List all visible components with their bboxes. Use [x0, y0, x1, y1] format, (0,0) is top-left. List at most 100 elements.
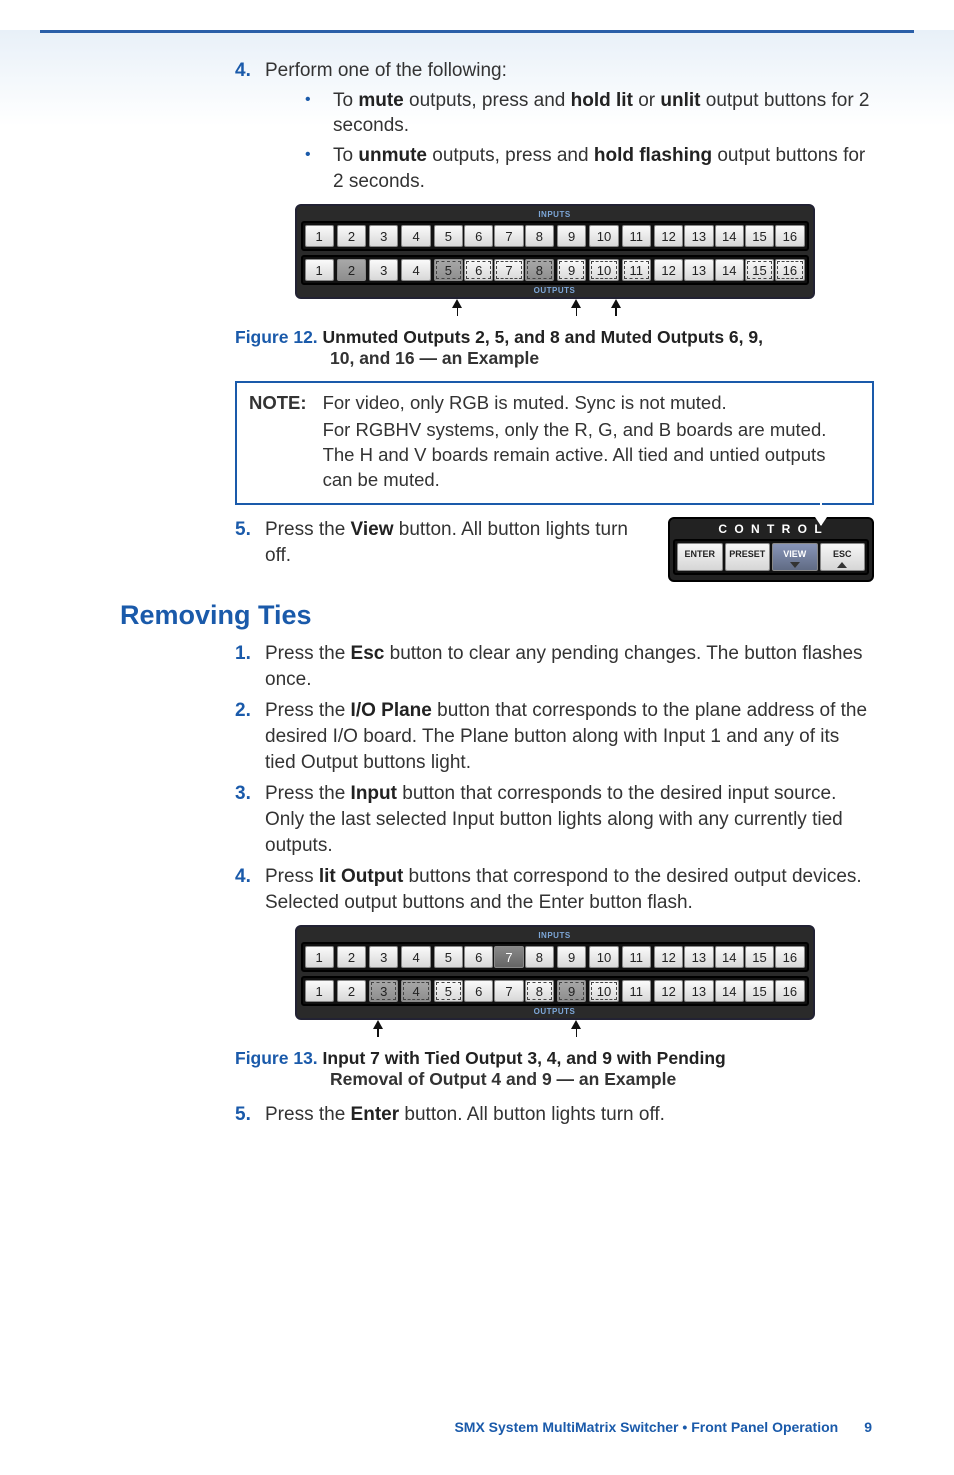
b1-bold3: unlit: [660, 90, 700, 111]
input-btn[interactable]: 11: [622, 946, 651, 968]
input-btn[interactable]: 6: [464, 946, 493, 968]
output-btn[interactable]: 3: [369, 259, 398, 281]
input-btn[interactable]: 6: [464, 225, 493, 247]
input-btn[interactable]: 5: [434, 225, 463, 247]
input-btn[interactable]: 12: [654, 225, 683, 247]
output-btn[interactable]: 7: [494, 980, 523, 1002]
output-btn[interactable]: 9: [557, 980, 586, 1002]
step-4-body: Perform one of the following: • To mute …: [265, 58, 874, 194]
output-btn[interactable]: 10: [589, 259, 618, 281]
input-btn[interactable]: 14: [715, 225, 744, 247]
input-btn[interactable]: 15: [745, 946, 774, 968]
inputs-row: 1 2 3 4 5 6 7 8 9 10 11 12 13 14 15 16: [301, 221, 809, 251]
output-btn[interactable]: 8: [525, 259, 554, 281]
figure-13-panel: INPUTS 1 2 3 4 5 6 7 8 9 10 11 12 13 14 …: [295, 925, 815, 1020]
note-box: NOTE: For video, only RGB is muted. Sync…: [235, 381, 874, 505]
input-btn[interactable]: 7: [494, 225, 523, 247]
input-btn[interactable]: 16: [775, 946, 804, 968]
b2-mid: outputs, press and: [427, 145, 594, 166]
input-btn[interactable]: 9: [557, 225, 586, 247]
figure-13: INPUTS 1 2 3 4 5 6 7 8 9 10 11 12 13 14 …: [235, 925, 874, 1090]
esc-button[interactable]: ESC: [820, 543, 866, 571]
input-btn[interactable]: 15: [745, 225, 774, 247]
input-btn[interactable]: 3: [369, 225, 398, 247]
output-btn[interactable]: 6: [464, 259, 493, 281]
output-btn[interactable]: 2: [337, 980, 366, 1002]
input-btn[interactable]: 8: [525, 225, 554, 247]
input-btn[interactable]: 12: [654, 946, 683, 968]
figure-13-arrows: [235, 1020, 874, 1038]
input-btn[interactable]: 10: [589, 946, 618, 968]
input-btn[interactable]: 11: [622, 225, 651, 247]
rt-step-2: 2. Press the I/O Plane button that corre…: [80, 698, 874, 775]
output-btn[interactable]: 3: [369, 980, 398, 1002]
input-btn[interactable]: 9: [557, 946, 586, 968]
input-btn[interactable]: 5: [434, 946, 463, 968]
enter-button[interactable]: ENTER: [677, 543, 723, 571]
input-btn[interactable]: 2: [337, 946, 366, 968]
view-button[interactable]: VIEW: [772, 543, 818, 571]
figure-number: Figure 13.: [235, 1048, 318, 1068]
output-btn[interactable]: 7: [494, 259, 523, 281]
step-5-body: Press the View button. All button lights…: [265, 517, 650, 568]
input-btn[interactable]: 14: [715, 946, 744, 968]
input-btn[interactable]: 1: [305, 946, 334, 968]
input-btn[interactable]: 2: [337, 225, 366, 247]
input-btn[interactable]: 13: [684, 946, 713, 968]
triangle-up-icon: [837, 562, 847, 568]
rt3-bold: Input: [351, 783, 397, 804]
output-btn[interactable]: 6: [464, 980, 493, 1002]
input-btn[interactable]: 7: [494, 946, 523, 968]
s5-pre: Press the: [265, 519, 351, 540]
output-btn[interactable]: 11: [622, 980, 651, 1002]
rt1-bold: Esc: [351, 643, 385, 664]
preset-button[interactable]: PRESET: [725, 543, 771, 571]
output-btn[interactable]: 4: [401, 259, 430, 281]
output-btn[interactable]: 5: [434, 259, 463, 281]
output-btn[interactable]: 16: [775, 259, 804, 281]
control-panel: C O N T R O L ENTER PRESET VIEW ESC: [668, 517, 874, 582]
input-btn[interactable]: 1: [305, 225, 334, 247]
rt-step-5: 5. Press the Enter button. All button li…: [80, 1102, 874, 1128]
output-btn[interactable]: 5: [434, 980, 463, 1002]
output-btn[interactable]: 2: [337, 259, 366, 281]
input-btn[interactable]: 4: [401, 946, 430, 968]
output-btn[interactable]: 12: [654, 259, 683, 281]
input-btn[interactable]: 3: [369, 946, 398, 968]
output-btn[interactable]: 15: [745, 259, 774, 281]
page-number: 9: [864, 1419, 872, 1435]
arrow-down-icon: [820, 503, 822, 525]
output-btn[interactable]: 4: [401, 980, 430, 1002]
output-btn[interactable]: 10: [589, 980, 618, 1002]
output-btn[interactable]: 14: [715, 259, 744, 281]
output-btn[interactable]: 8: [525, 980, 554, 1002]
control-button-row: ENTER PRESET VIEW ESC: [673, 539, 869, 575]
output-btn[interactable]: 1: [305, 259, 334, 281]
input-btn[interactable]: 13: [684, 225, 713, 247]
output-btn[interactable]: 16: [775, 980, 804, 1002]
input-btn[interactable]: 10: [589, 225, 618, 247]
output-btn[interactable]: 12: [654, 980, 683, 1002]
output-btn[interactable]: 15: [745, 980, 774, 1002]
output-btn[interactable]: 13: [684, 259, 713, 281]
footer-sep: •: [679, 1419, 692, 1435]
output-btn[interactable]: 1: [305, 980, 334, 1002]
output-btn[interactable]: 9: [557, 259, 586, 281]
output-btn[interactable]: 13: [684, 980, 713, 1002]
rt1-pre: Press the: [265, 643, 351, 664]
input-btn[interactable]: 16: [775, 225, 804, 247]
bullet-2-body: To unmute outputs, press and hold flashi…: [333, 143, 874, 194]
page-content: 4. Perform one of the following: • To mu…: [0, 58, 954, 1134]
b1-bold2: hold lit: [571, 90, 633, 111]
section-removing-ties: Removing Ties: [80, 600, 874, 631]
control-title: C O N T R O L: [673, 522, 869, 536]
output-btn[interactable]: 14: [715, 980, 744, 1002]
esc-label: ESC: [833, 549, 852, 559]
rt2-body: Press the I/O Plane button that correspo…: [265, 698, 874, 775]
outputs-label: OUTPUTS: [301, 1007, 809, 1016]
output-btn[interactable]: 11: [622, 259, 651, 281]
rt5-bold: Enter: [351, 1104, 400, 1125]
input-btn[interactable]: 4: [401, 225, 430, 247]
rt2-num: 2.: [235, 698, 265, 775]
input-btn[interactable]: 8: [525, 946, 554, 968]
